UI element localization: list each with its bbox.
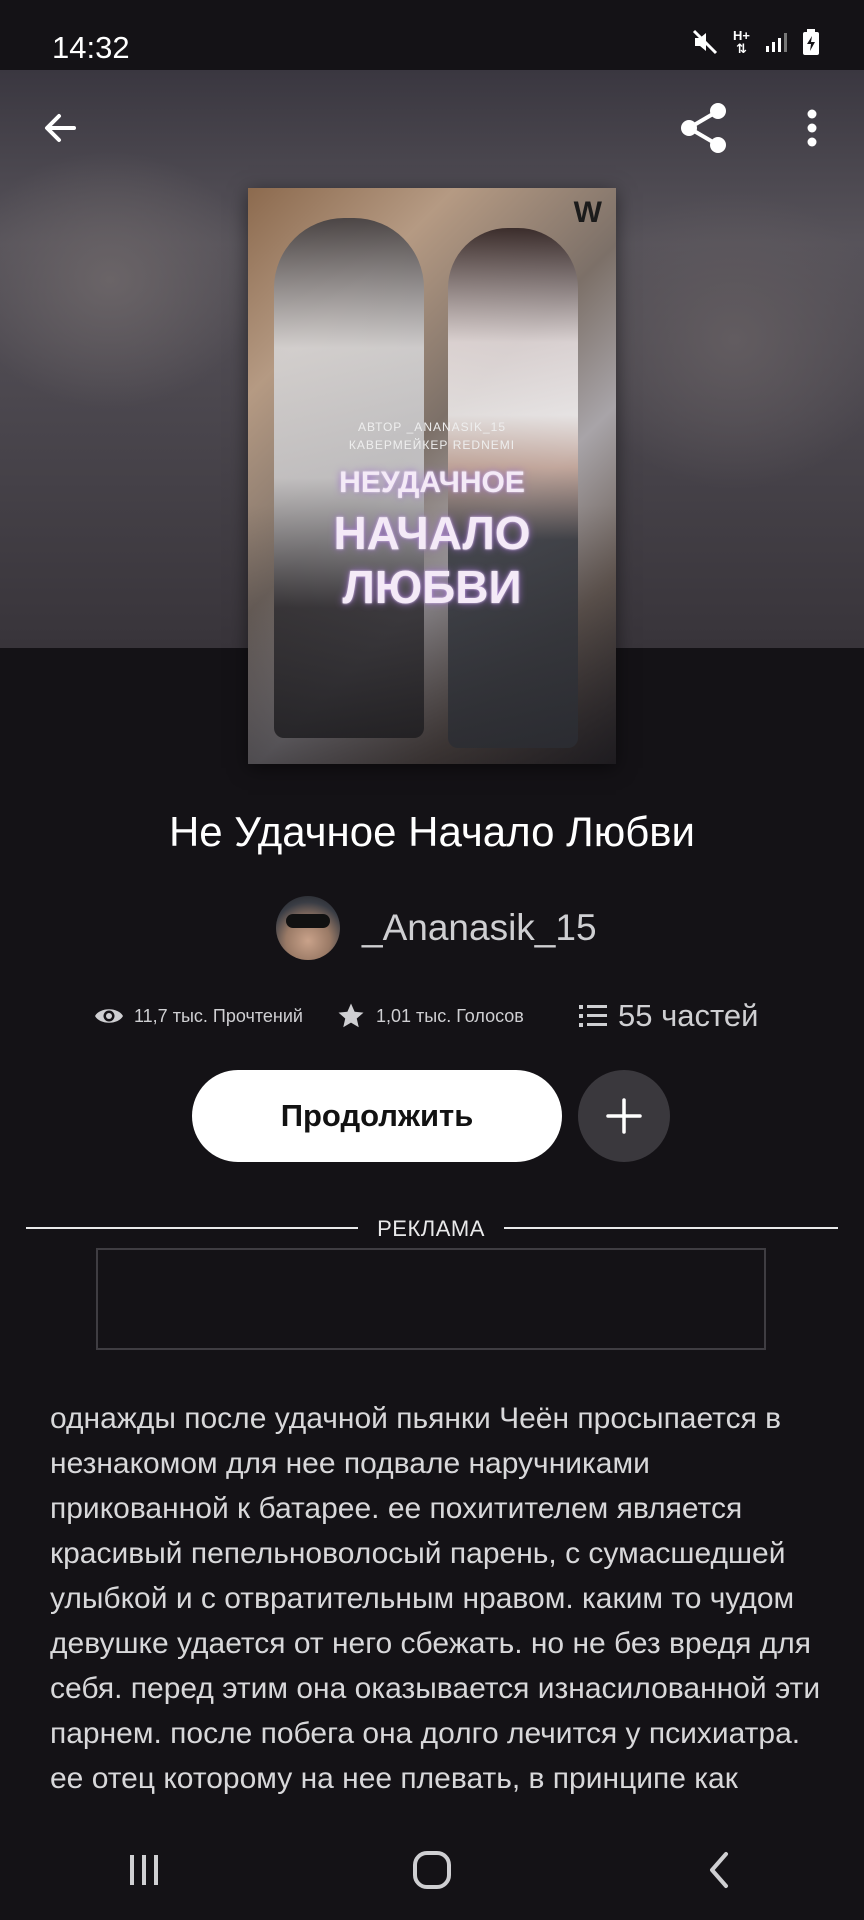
continue-reading-button[interactable]: Продолжить	[192, 1070, 562, 1162]
eye-icon	[95, 1009, 123, 1023]
plus-icon	[606, 1098, 642, 1134]
stat-votes: 1,01 тыс. Голосов	[336, 1001, 578, 1031]
status-time: 14:32	[52, 30, 130, 65]
parts-count: 55 частей	[618, 998, 759, 1033]
more-vertical-icon	[807, 109, 817, 147]
list-icon	[579, 1005, 607, 1027]
cover-credit-author: АВТОР _ANANASIK_15	[357, 420, 507, 434]
stats-row: 11,7 тыс. Прочтений 1,01 тыс. Голосов 55…	[94, 996, 794, 1036]
description-text: однажды после удачной пьянки Чеён просып…	[50, 1402, 821, 1795]
battery-charging-icon	[803, 29, 819, 55]
recent-apps-icon	[130, 1855, 158, 1885]
chevron-left-icon	[710, 1852, 728, 1888]
status-bar: 14:32 H+ ⇅	[0, 0, 864, 70]
cover-title-line2: НАЧАЛО	[333, 507, 531, 559]
mute-icon	[692, 29, 718, 55]
stat-parts[interactable]: 55 частей	[578, 998, 758, 1034]
home-button[interactable]	[372, 1830, 492, 1910]
book-title: Не Удачное Начало Любви	[168, 808, 696, 855]
system-back-button[interactable]	[660, 1830, 780, 1910]
book-cover: W АВТОР _ANANASIK_15 КАВЕРМЕЙКЕР REDNEMI…	[248, 188, 616, 764]
avatar-glasses	[286, 914, 330, 928]
cover-credit-cover: КАВЕРМЕЙКЕР REDNEMI	[348, 438, 516, 452]
ad-divider-line-right	[504, 1227, 838, 1229]
status-icons: H+ ⇅	[691, 28, 820, 56]
back-button[interactable]	[30, 98, 90, 158]
author-name: _Ananasik_15	[362, 907, 597, 948]
share-icon	[681, 103, 726, 153]
ad-divider-line-left	[26, 1227, 358, 1229]
ad-banner[interactable]	[96, 1248, 766, 1350]
cover-title-line3: ЛЮБВИ	[342, 561, 522, 613]
arrow-left-icon	[45, 114, 76, 142]
add-to-library-button[interactable]	[578, 1070, 670, 1162]
book-description: однажды после удачной пьянки Чеён просып…	[50, 1396, 830, 1820]
votes-count: 1,01 тыс. Голосов	[376, 1005, 524, 1026]
ad-divider: РЕКЛАМА	[26, 1214, 838, 1244]
ad-label: РЕКЛАМА	[377, 1216, 485, 1241]
author-link[interactable]: _Ananasik_15	[276, 894, 597, 962]
signal-icon	[766, 33, 787, 52]
reads-count: 11,7 тыс. Прочтений	[134, 1005, 303, 1026]
cover-title-line1: НЕУДАЧНОЕ	[339, 466, 525, 499]
system-nav-bar	[0, 1820, 864, 1920]
share-button[interactable]	[672, 96, 736, 160]
recent-apps-button[interactable]	[84, 1830, 204, 1910]
network-type-icon: H+ ⇅	[733, 28, 750, 56]
more-options-button[interactable]	[792, 98, 832, 158]
star-icon	[338, 1003, 364, 1028]
stat-reads: 11,7 тыс. Прочтений	[94, 1005, 336, 1027]
author-avatar	[276, 896, 340, 960]
cover-logo: W	[573, 196, 602, 229]
home-icon	[413, 1851, 451, 1889]
